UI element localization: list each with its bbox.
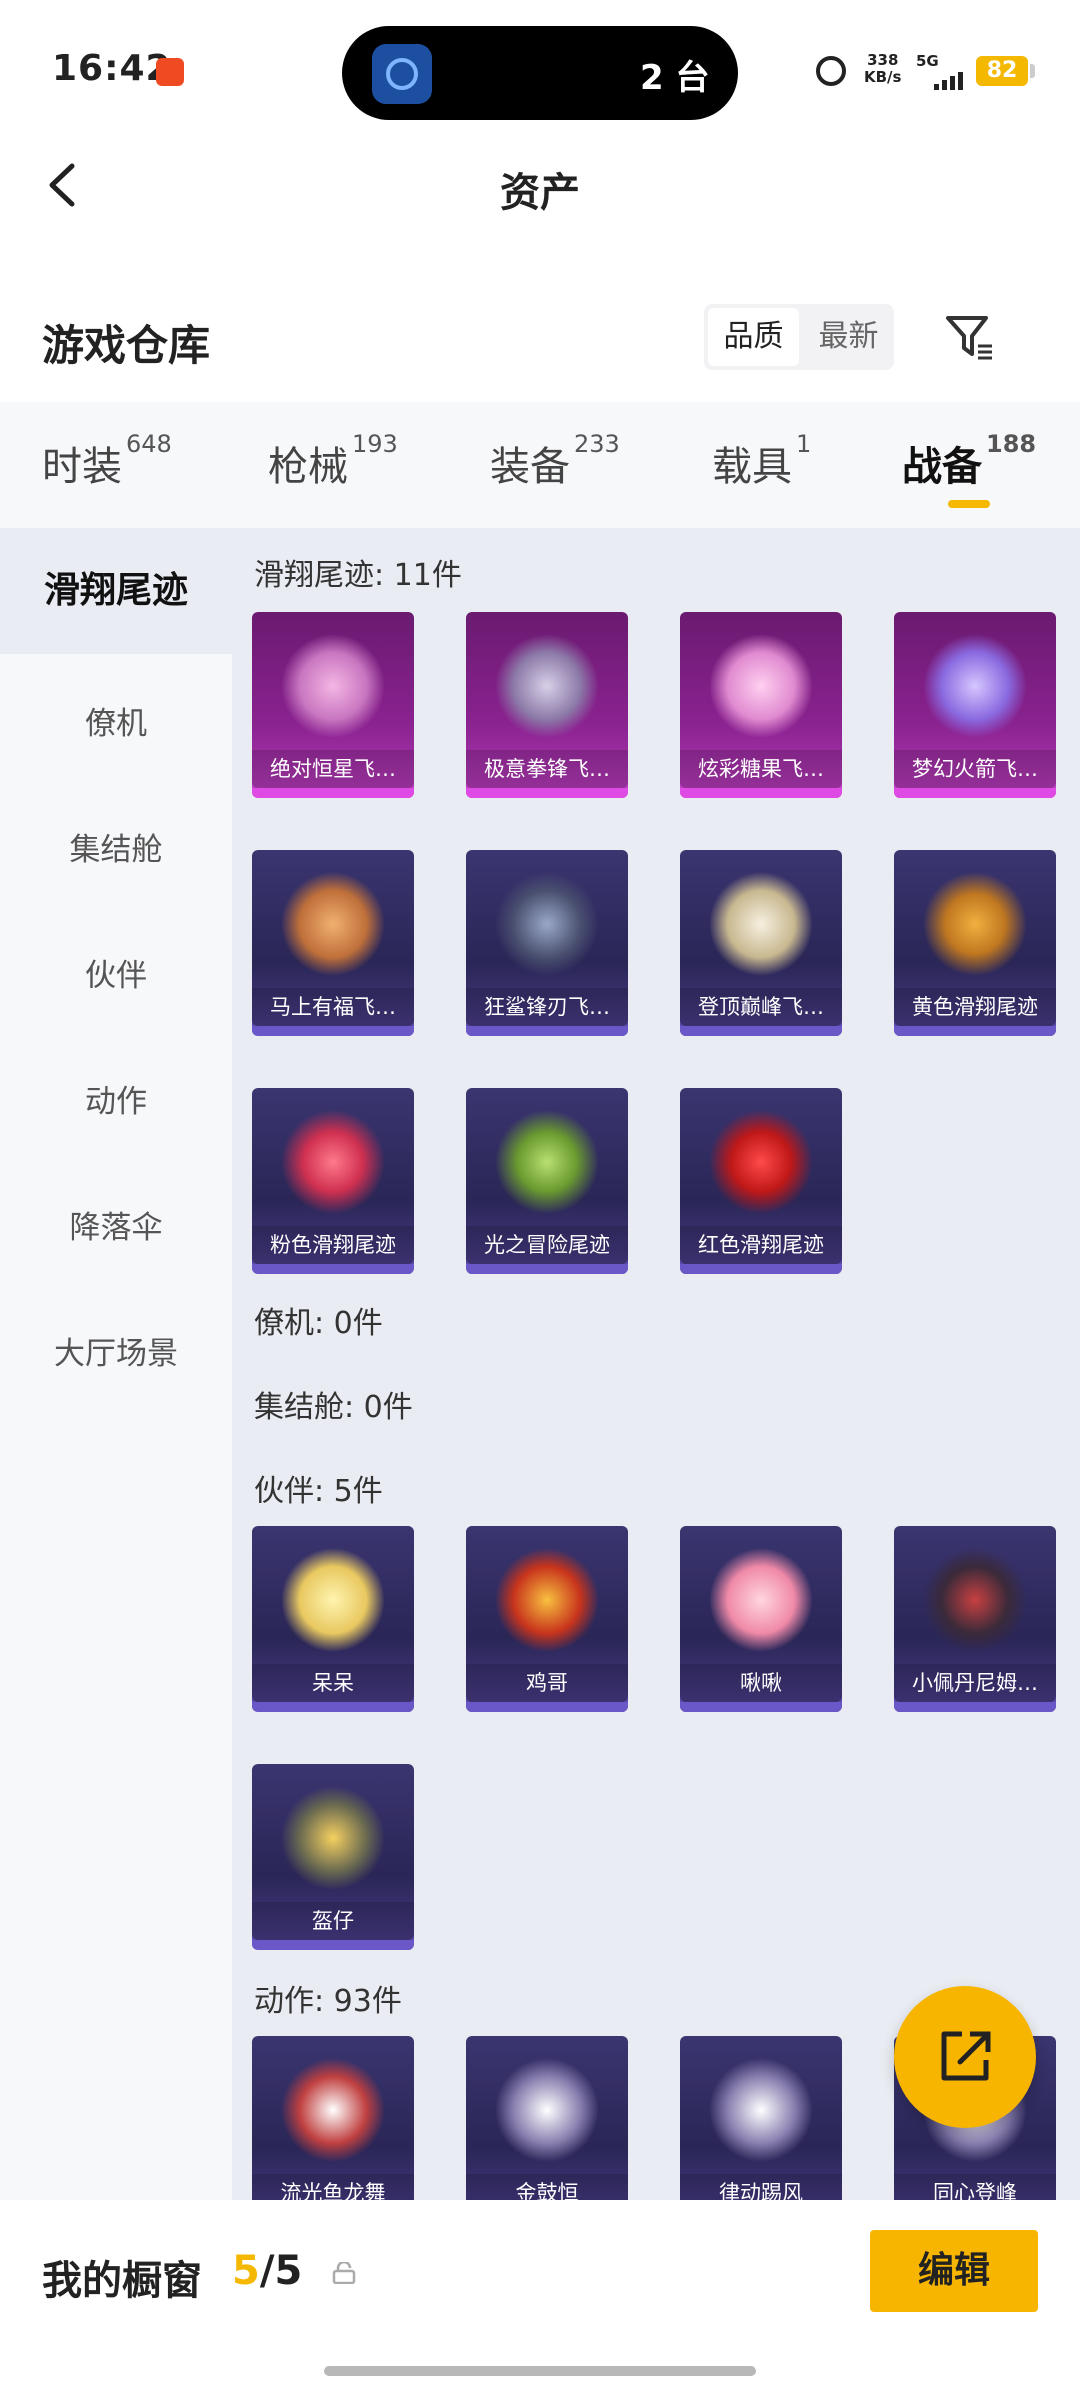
item-card[interactable]: 炫彩糖果飞…: [680, 612, 842, 798]
item-card[interactable]: 黄色滑翔尾迹: [894, 850, 1056, 1036]
signal-icon: [934, 70, 980, 90]
network-speed: 338 KB/s: [864, 51, 902, 86]
battery-icon: 82: [976, 56, 1028, 86]
item-card[interactable]: 粉色滑翔尾迹: [252, 1088, 414, 1274]
broadcast-icon: [372, 44, 432, 104]
item-card[interactable]: 绝对恒星飞…: [252, 612, 414, 798]
item-grid: 滑翔尾迹: 11件 绝对恒星飞… 极意拳锋飞… 炫彩糖果飞… 梦幻火箭飞… 马上…: [232, 528, 1080, 2200]
group-title-trails: 滑翔尾迹: 11件: [254, 558, 462, 593]
item-card[interactable]: 光之冒险尾迹: [466, 1088, 628, 1274]
item-card[interactable]: 流光鱼龙舞: [252, 2036, 414, 2200]
sidebar-item-emote[interactable]: 动作: [0, 1076, 232, 1121]
item-card[interactable]: 鸡哥: [466, 1526, 628, 1712]
battery-tip: [1030, 64, 1035, 78]
item-card[interactable]: 马上有福飞…: [252, 850, 414, 1036]
item-card[interactable]: 梦幻火箭飞…: [894, 612, 1056, 798]
category-tabs: 时装 648 枪械 193 装备 233 载具 1 战备 188: [0, 402, 1080, 528]
sort-quality[interactable]: 品质: [708, 308, 799, 366]
alarm-icon: [816, 56, 846, 86]
showcase-label: 我的橱窗: [42, 2258, 202, 2304]
edit-button[interactable]: 编辑: [870, 2230, 1038, 2312]
clock: 16:42: [52, 48, 172, 89]
tab-guns[interactable]: 枪械 193: [268, 430, 398, 492]
item-card[interactable]: 登顶巅峰飞…: [680, 850, 842, 1036]
sidebar-item-pod[interactable]: 集结舱: [0, 824, 232, 869]
sidebar-item-parachute[interactable]: 降落伞: [0, 1202, 232, 1247]
group-title-partner: 伙伴: 5件: [254, 1474, 383, 1509]
share-icon: [941, 2031, 991, 2081]
sidebar-item-lobby-scene[interactable]: 大厅场景: [0, 1328, 232, 1373]
lock-icon: [332, 2262, 356, 2284]
item-card[interactable]: 狂鲨锋刃飞…: [466, 850, 628, 1036]
home-indicator[interactable]: [324, 2366, 756, 2376]
notification-app-icon: [156, 58, 184, 86]
item-card[interactable]: 盔仔: [252, 1764, 414, 1950]
tab-equipment[interactable]: 装备 233: [490, 430, 620, 492]
group-title-emote: 动作: 93件: [254, 1984, 402, 2019]
sort-toggle: 品质 最新: [704, 304, 894, 370]
item-card[interactable]: 律动踢风: [680, 2036, 842, 2200]
sort-newest[interactable]: 最新: [803, 304, 894, 370]
sidebar-item-partner[interactable]: 伙伴: [0, 950, 232, 995]
tab-active-indicator: [948, 500, 990, 508]
network-type: 5G: [916, 52, 939, 70]
share-fab-button[interactable]: [894, 1986, 1036, 2128]
item-card[interactable]: 金鼓恒: [466, 2036, 628, 2200]
tab-vehicles[interactable]: 载具 1: [712, 430, 811, 492]
showcase-count: 5/5: [232, 2248, 303, 2294]
item-card[interactable]: 小佩丹尼姆…: [894, 1526, 1056, 1712]
item-card[interactable]: 极意拳锋飞…: [466, 612, 628, 798]
item-card[interactable]: 呆呆: [252, 1526, 414, 1712]
tab-fashion[interactable]: 时装 648: [42, 430, 172, 492]
tab-readiness[interactable]: 战备 188: [902, 430, 1036, 492]
section-title: 游戏仓库: [42, 321, 211, 370]
sidebar: 滑翔尾迹 僚机 集结舱 伙伴 动作 降落伞 大厅场景: [0, 528, 232, 2200]
sidebar-item-trails[interactable]: 滑翔尾迹: [0, 528, 232, 654]
item-card[interactable]: 红色滑翔尾迹: [680, 1088, 842, 1274]
island-device-count: 2 台: [640, 58, 710, 98]
group-title-pod: 集结舱: 0件: [254, 1390, 413, 1425]
group-title-wingman: 僚机: 0件: [254, 1306, 383, 1341]
filter-icon[interactable]: [942, 310, 996, 364]
sidebar-item-wingman[interactable]: 僚机: [0, 698, 232, 743]
page-title: 资产: [500, 170, 580, 216]
item-card[interactable]: 啾啾: [680, 1526, 842, 1712]
